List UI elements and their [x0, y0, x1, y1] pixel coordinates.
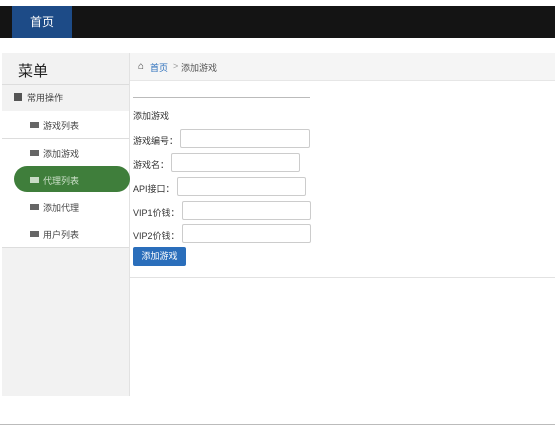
sidebar-item-label: 添加游戏 — [43, 149, 80, 159]
sidebar-item-label: 游戏列表 — [43, 121, 80, 131]
sidebar-item-agent-list[interactable]: 代理列表 — [2, 166, 130, 194]
api-input[interactable] — [177, 177, 306, 196]
top-tab-home[interactable]: 首页 — [12, 6, 72, 38]
book-icon — [30, 122, 39, 128]
book-icon — [30, 150, 39, 156]
add-game-button[interactable]: 添加游戏 — [133, 247, 186, 266]
sidebar-group-label: 常用操作 — [27, 93, 64, 103]
footer-divider — [0, 424, 555, 425]
game-id-label: 游戏编号： — [133, 136, 179, 146]
vip1-price-label: VIP1价钱： — [133, 208, 180, 218]
book-icon — [30, 177, 39, 183]
api-label: API接口： — [133, 184, 175, 194]
sidebar-item-label: 用户列表 — [43, 230, 80, 240]
breadcrumb: ⌂ 首页 > 添加游戏 — [130, 53, 555, 81]
vip2-price-label: VIP2价钱： — [133, 231, 180, 241]
form-title: 添加游戏 — [133, 111, 170, 121]
game-name-label: 游戏名： — [133, 160, 170, 170]
sidebar-item-game-list[interactable]: 游戏列表 — [2, 111, 129, 139]
home-icon: ⌂ — [138, 61, 145, 72]
sidebar-item-add-game[interactable]: 添加游戏 — [2, 139, 129, 167]
top-navbar: 首页 — [0, 6, 555, 38]
book-icon — [30, 204, 39, 210]
divider — [133, 97, 310, 98]
breadcrumb-home-link[interactable]: 首页 — [150, 61, 168, 74]
game-name-input[interactable] — [171, 153, 300, 172]
sidebar-item-user-list[interactable]: 用户列表 — [2, 220, 129, 248]
sidebar-item-add-agent[interactable]: 添加代理 — [2, 193, 129, 221]
sidebar: 菜单 常用操作 游戏列表 添加游戏 代理列表 添加代理 用户列表 — [2, 53, 130, 396]
vip1-price-input[interactable] — [182, 201, 311, 220]
content-divider — [130, 277, 555, 278]
folder-icon — [14, 93, 22, 101]
vip2-price-input[interactable] — [182, 224, 311, 243]
breadcrumb-current: 添加游戏 — [181, 63, 218, 73]
game-id-input[interactable] — [180, 129, 310, 148]
sidebar-group-common[interactable]: 常用操作 — [2, 84, 129, 112]
sidebar-title: 菜单 — [18, 63, 49, 80]
book-icon — [30, 231, 39, 237]
sidebar-item-label: 代理列表 — [43, 176, 80, 186]
sidebar-item-label: 添加代理 — [43, 203, 80, 213]
breadcrumb-separator: > — [173, 61, 179, 71]
